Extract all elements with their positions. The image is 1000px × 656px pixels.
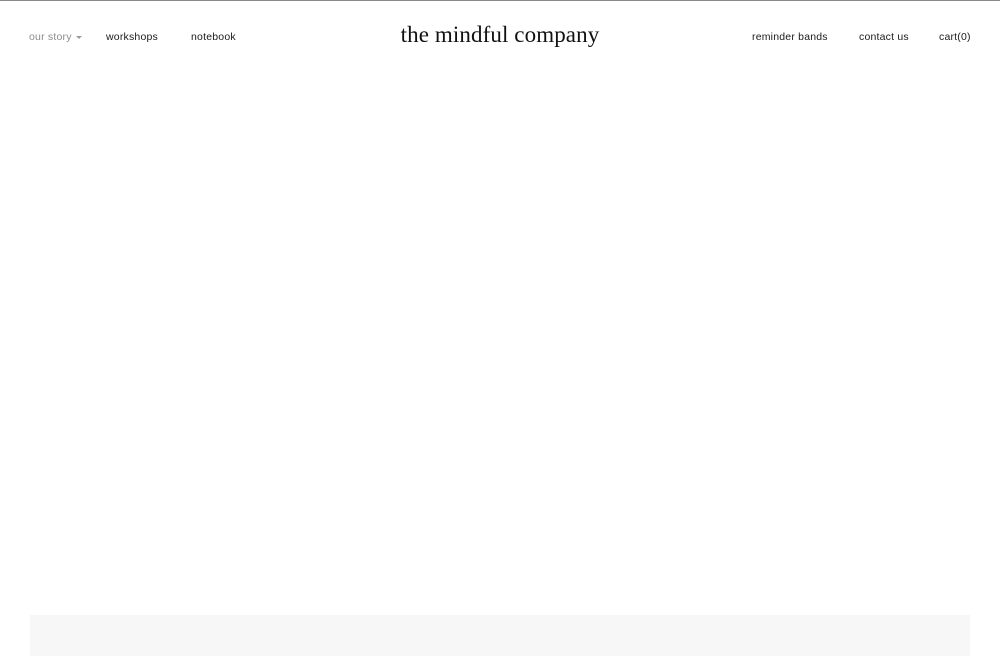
nav-contact-us[interactable]: contact us [859,31,909,43]
cart-suffix: ) [967,31,971,43]
site-header: our story workshops notebook the mindful… [0,1,1000,73]
footer-band [30,615,970,656]
nav-reminder-bands[interactable]: reminder bands [752,31,828,43]
cart-prefix: cart( [939,31,961,43]
cart-link[interactable]: cart(0) [939,31,971,43]
site-logo[interactable]: the mindful company [0,21,1000,49]
